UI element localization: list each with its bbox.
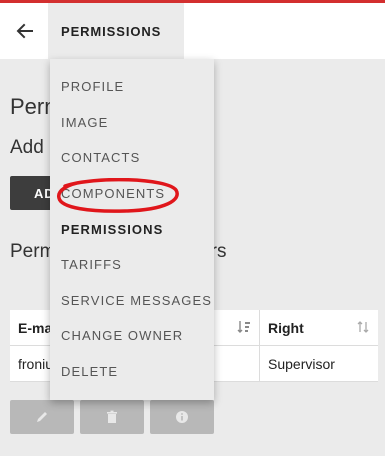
arrow-left-icon [16,23,33,39]
menu-item-permissions[interactable]: PERMISSIONS [50,211,214,247]
right-cell: Supervisor [268,356,335,372]
menu-item-tariffs[interactable]: TARIFFS [50,247,214,283]
info-icon [176,411,188,423]
info-button[interactable] [150,400,214,434]
row-actions [10,400,214,434]
add-heading: Add [10,137,44,158]
dropdown-menu: PROFILE IMAGE CONTACTS COMPONENTS PERMIS… [50,59,214,400]
app-bar: PERMISSIONS [0,3,385,59]
menu-item-contacts[interactable]: CONTACTS [50,140,214,176]
back-button[interactable] [12,18,38,44]
menu-item-service-messages[interactable]: SERVICE MESSAGES [50,283,214,319]
menu-item-delete[interactable]: DELETE [50,354,214,390]
pencil-icon [37,412,47,422]
email-header-label: E-ma [18,320,53,336]
menu-item-change-owner[interactable]: CHANGE OWNER [50,318,214,354]
sort-alpha-icon[interactable] [237,320,251,335]
right-header-label: Right [268,320,304,336]
right-column-header[interactable]: Right [260,310,378,345]
sort-icon[interactable] [356,320,370,335]
menu-item-components[interactable]: COMPONENTS [50,176,214,212]
menu-item-image[interactable]: IMAGE [50,105,214,141]
delete-button[interactable] [80,400,144,434]
edit-button[interactable] [10,400,74,434]
trash-icon [107,410,117,423]
tab-permissions[interactable]: PERMISSIONS [48,3,184,59]
menu-item-profile[interactable]: PROFILE [50,69,214,105]
